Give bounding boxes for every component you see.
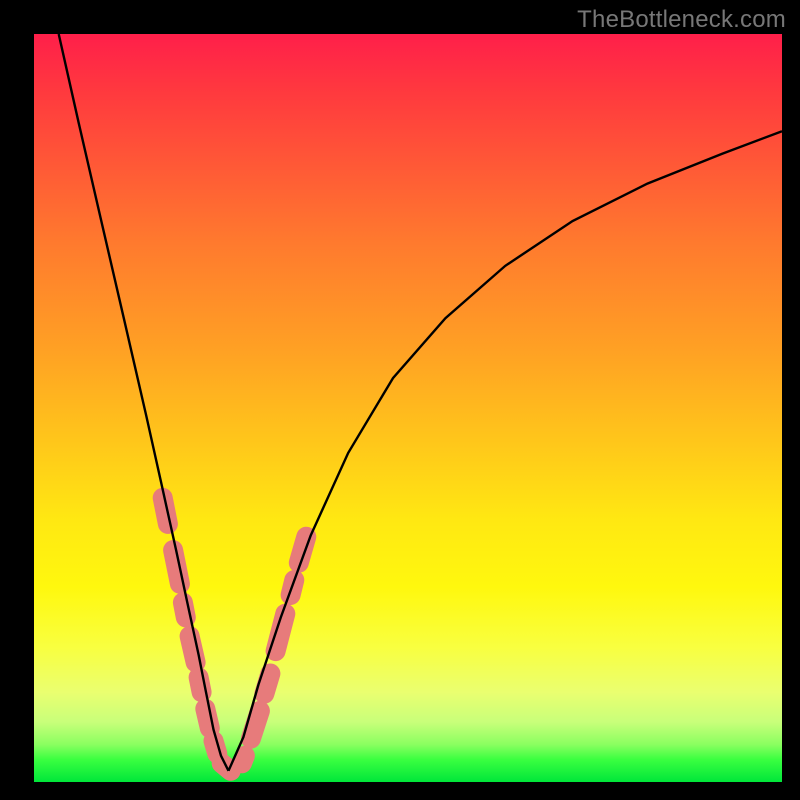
plot-area [34,34,782,782]
watermark-text: TheBottleneck.com [577,6,786,34]
chart-svg [34,34,782,782]
curve-right-branch [229,131,783,771]
bead-segment [242,756,245,764]
outer-frame: TheBottleneck.com [0,0,800,800]
bead-overlay [163,498,307,771]
bead-segment [251,711,260,739]
bead-segment [183,603,186,618]
bead-segment [199,677,202,692]
bead-segment [264,674,270,694]
